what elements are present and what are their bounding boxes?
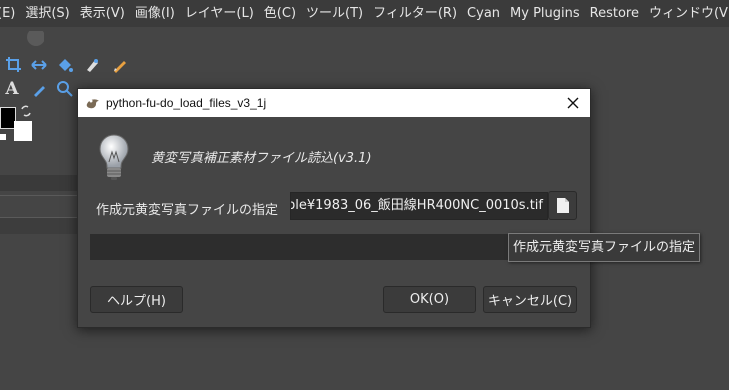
menu-cyan[interactable]: Cyan	[463, 0, 506, 27]
panel-divider	[0, 218, 78, 234]
cancel-button[interactable]: キャンセル(C)	[483, 286, 577, 313]
tooltip: 作成元黄変写真ファイルの指定	[508, 233, 701, 262]
file-chooser-button[interactable]	[548, 191, 577, 220]
menu-my-plugins[interactable]: My Plugins	[506, 0, 586, 27]
menu-select[interactable]: 選択(S)	[21, 0, 75, 27]
smudge-icon[interactable]	[82, 55, 102, 75]
file-path-value: ple¥1983_06_飯田線HR400NC_0010s.tif	[290, 198, 543, 213]
help-button[interactable]: ヘルプ(H)	[90, 286, 183, 313]
menu-image[interactable]: 画像(I)	[131, 0, 181, 27]
menu-view[interactable]: 表示(V)	[76, 0, 131, 27]
pencil-icon[interactable]	[110, 55, 130, 75]
swap-colors-icon[interactable]	[20, 105, 32, 117]
file-label: 作成元黄変写真ファイルの指定	[96, 203, 279, 218]
menu-edit[interactable]: (E)	[0, 0, 21, 27]
file-path-field[interactable]: ple¥1983_06_飯田線HR400NC_0010s.tif	[290, 192, 548, 220]
lightbulb-icon	[96, 132, 132, 182]
dialog-heading: 黄変写真補正素材ファイル読込(v3.1)	[151, 151, 372, 166]
menu-windows[interactable]: ウィンドウ(V	[645, 0, 729, 27]
zoom-icon[interactable]	[55, 79, 75, 99]
close-icon[interactable]	[564, 94, 582, 112]
ok-button[interactable]: OK(O)	[383, 286, 476, 313]
dialog-title: python-fu-do_load_files_v3_1j	[106, 96, 267, 110]
menu-restore[interactable]: Restore	[586, 0, 645, 27]
plugin-dialog: python-fu-do_load_files_v3_1j 黄変写真補正素材ファ…	[77, 88, 701, 328]
text-icon[interactable]: A	[2, 79, 22, 99]
background-color-swatch[interactable]	[14, 121, 32, 141]
default-colors-icon[interactable]	[0, 134, 6, 140]
toolbox-header	[0, 31, 44, 51]
progress-bar	[90, 234, 577, 260]
text-tool-label: A	[5, 79, 19, 99]
dialog-titlebar[interactable]: python-fu-do_load_files_v3_1j	[78, 89, 590, 117]
menu-tools[interactable]: ツール(T)	[302, 0, 369, 27]
panel-divider	[0, 175, 78, 191]
menu-colors[interactable]: 色(C)	[260, 0, 302, 27]
panel-divider	[0, 195, 78, 196]
bucket-fill-icon[interactable]	[55, 55, 75, 75]
menu-layer[interactable]: レイヤー(L)	[181, 0, 260, 27]
gimp-icon	[85, 95, 101, 111]
document-icon	[556, 198, 569, 213]
crop-icon[interactable]	[4, 55, 24, 75]
menu-filters[interactable]: フィルター(R)	[369, 0, 463, 27]
color-picker-icon[interactable]	[30, 79, 50, 99]
menubar: (E) 選択(S) 表示(V) 画像(I) レイヤー(L) 色(C) ツール(T…	[0, 0, 729, 27]
transform-icon[interactable]	[29, 55, 49, 75]
